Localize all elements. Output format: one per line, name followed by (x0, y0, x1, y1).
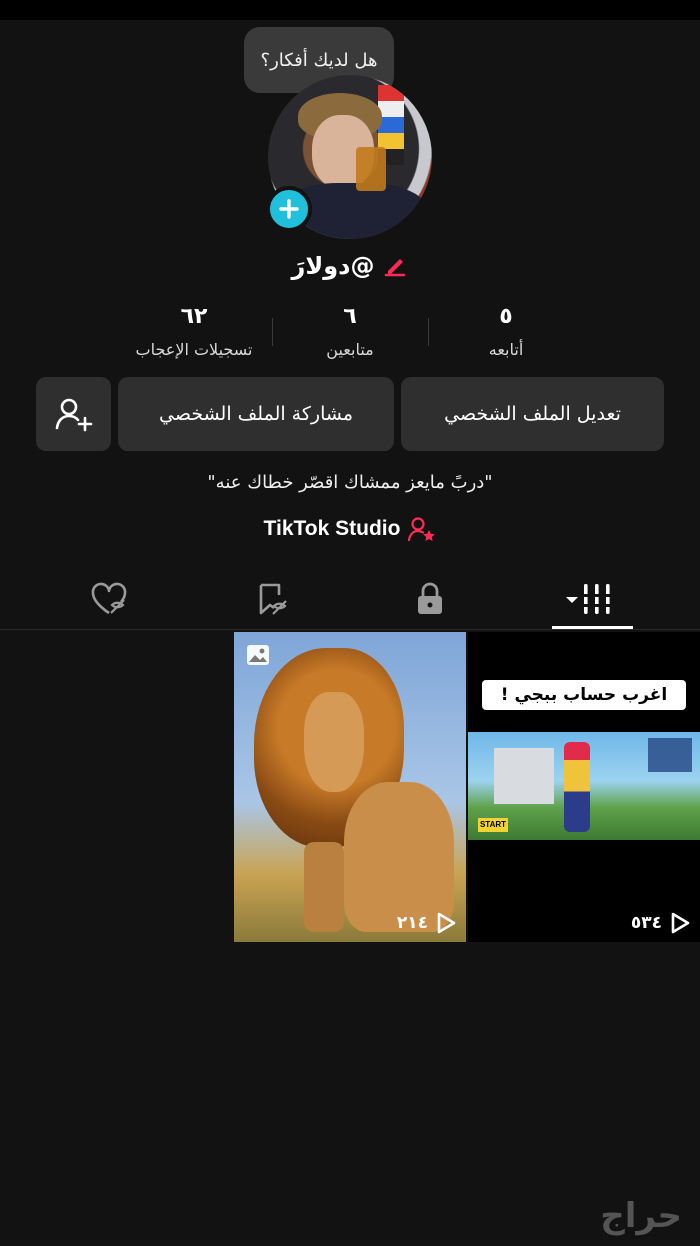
username: @دولارَ (291, 252, 375, 280)
stat-likes[interactable]: ٦٢ تسجيلات الإعجاب (114, 300, 274, 359)
view-count: ٥٣٤ (631, 912, 690, 934)
studio-person-star-icon (408, 517, 436, 542)
tab-liked[interactable] (54, 570, 164, 628)
following-count: ٥ (499, 304, 513, 329)
video-caption: اغرب حساب ببجي ! (482, 680, 686, 710)
lion-face (304, 692, 364, 792)
view-count-value: ٥٣٤ (630, 913, 662, 933)
add-story-button[interactable] (266, 186, 312, 232)
liked-hidden-icon (91, 582, 127, 615)
edit-profile-button[interactable]: تعديل الملف الشخصي (401, 377, 664, 451)
tiktok-studio-link[interactable]: TikTok Studio (0, 512, 700, 546)
video-thumbnail[interactable]: اغرب حساب ببجي ! START ٥٣٤ (468, 632, 700, 942)
view-count: ٢١٤ (397, 912, 456, 934)
followers-count: ٦ (343, 304, 357, 329)
avatar-cup (356, 147, 386, 191)
stat-followers[interactable]: ٦ متابعين (270, 300, 430, 359)
game-hud (648, 738, 692, 772)
stat-following[interactable]: ٥ أتابعه (426, 300, 586, 359)
profile-bio: "دربً مايعز ممشاك اقصّر خطاك عنه" (207, 472, 493, 493)
profile-tabs (0, 570, 700, 630)
saved-hidden-icon (259, 583, 287, 615)
lion-body (344, 782, 454, 932)
plus-icon (279, 199, 299, 219)
play-icon (671, 912, 690, 934)
studio-label: TikTok Studio (263, 517, 401, 540)
lock-icon (418, 582, 442, 614)
stats-row: ٦٢ تسجيلات الإعجاب ٦ متابعين ٥ أتابعه (0, 300, 700, 370)
game-character (564, 742, 590, 832)
add-friends-button[interactable] (36, 377, 111, 451)
share-profile-button[interactable]: مشاركة الملف الشخصي (118, 377, 394, 451)
tab-private[interactable] (375, 570, 485, 628)
lion-legs (304, 842, 344, 932)
username-row: @دولارَ (0, 246, 700, 286)
view-count-value: ٢١٤ (396, 913, 428, 933)
edit-pencil-icon[interactable] (382, 253, 408, 279)
status-bar (0, 0, 700, 20)
likes-label: تسجيلات الإعجاب (135, 340, 253, 359)
add-person-icon (55, 398, 92, 432)
game-start-button: START (478, 818, 508, 832)
haraj-watermark: حراج (600, 1196, 682, 1236)
likes-count: ٦٢ (180, 304, 208, 329)
active-tab-indicator (552, 626, 633, 629)
game-building (494, 748, 554, 804)
grid-dropdown-icon (566, 584, 612, 614)
video-thumbnail[interactable]: ٢١٤ (234, 632, 466, 942)
game-screenshot: START (468, 732, 700, 840)
photo-icon (247, 645, 269, 665)
tab-videos[interactable] (537, 570, 647, 628)
tab-saved[interactable] (217, 570, 327, 628)
play-icon (437, 912, 456, 934)
followers-label: متابعين (326, 340, 374, 359)
following-label: أتابعه (488, 340, 524, 359)
